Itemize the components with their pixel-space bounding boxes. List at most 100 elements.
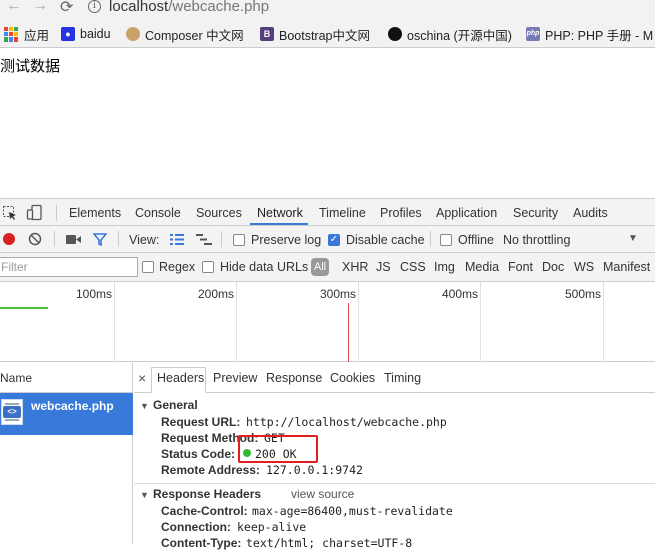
- detail-tab-bar: × Headers Preview Response Cookies Timin…: [134, 363, 655, 393]
- header-value: keep-alive: [237, 520, 307, 534]
- tab-timing[interactable]: Timing: [384, 371, 421, 385]
- back-arrow-icon[interactable]: ←: [6, 0, 22, 15]
- tick-line: [480, 282, 481, 362]
- view-source-link[interactable]: view source: [291, 487, 354, 501]
- response-headers-title[interactable]: Response Headers: [153, 487, 261, 501]
- bookmark-composer[interactable]: Composer 中文网: [126, 26, 244, 43]
- clear-icon[interactable]: [28, 232, 42, 246]
- view-label: View:: [129, 233, 160, 247]
- forward-arrow-icon[interactable]: →: [32, 0, 48, 15]
- filter-manifest[interactable]: Manifest: [603, 260, 650, 274]
- header-key: Connection:: [161, 520, 231, 534]
- tab-console[interactable]: Console: [135, 206, 181, 220]
- bookmark-oschina[interactable]: oschina (开源中国): [388, 26, 512, 43]
- baidu-paw-icon: ●: [61, 27, 75, 41]
- bookmarks-bar: 应用 ● baidu Composer 中文网 B Bootstrap中文网 o…: [0, 20, 655, 48]
- chevron-down-icon[interactable]: ▼: [628, 233, 638, 244]
- filter-css[interactable]: CSS: [400, 260, 426, 274]
- regex-checkbox[interactable]: [142, 261, 154, 273]
- filter-img[interactable]: Img: [434, 260, 455, 274]
- highlight-annotation-box: [238, 435, 318, 463]
- bookmark-baidu[interactable]: ● baidu: [61, 26, 111, 42]
- apps-grid-icon: [4, 26, 19, 42]
- tab-sources[interactable]: Sources: [196, 206, 242, 220]
- filter-input[interactable]: Filter: [0, 257, 138, 277]
- filter-all-button[interactable]: All: [311, 258, 329, 276]
- filter-funnel-icon[interactable]: [93, 233, 107, 246]
- devtools-panel: Elements Console Sources Network Timelin…: [0, 198, 655, 550]
- tab-profiles[interactable]: Profiles: [380, 206, 422, 220]
- tab-cookies[interactable]: Cookies: [330, 371, 375, 385]
- network-requests-area: Name <> webcache.php × Headers Preview R…: [0, 363, 655, 550]
- bookmark-label: 应用: [24, 28, 50, 43]
- camera-icon[interactable]: [66, 234, 82, 245]
- composer-icon: [126, 27, 140, 41]
- tab-security[interactable]: Security: [513, 206, 558, 220]
- request-detail-pane: × Headers Preview Response Cookies Timin…: [134, 363, 655, 550]
- waterfall-icon[interactable]: [196, 234, 212, 245]
- throttling-select[interactable]: No throttling: [503, 233, 570, 247]
- url-host: localhost: [109, 0, 169, 15]
- header-key: Content-Type:: [161, 536, 242, 550]
- regex-label: Regex: [159, 260, 196, 274]
- divider: [118, 231, 119, 247]
- url-field[interactable]: localhost/webcache.php: [109, 0, 269, 15]
- filter-font[interactable]: Font: [508, 260, 533, 274]
- name-column-header[interactable]: Name: [0, 363, 133, 393]
- tick-label: 400ms: [441, 287, 478, 301]
- tab-preview[interactable]: Preview: [213, 371, 257, 385]
- record-icon[interactable]: [3, 233, 15, 245]
- reload-icon[interactable]: ⟳: [60, 0, 73, 17]
- load-event-marker: [348, 303, 349, 362]
- tab-audits[interactable]: Audits: [573, 206, 608, 220]
- tick-label: 300ms: [319, 287, 356, 301]
- filter-doc[interactable]: Doc: [542, 260, 564, 274]
- bookmark-php[interactable]: php PHP: PHP 手册 - M: [526, 26, 654, 43]
- close-icon[interactable]: ×: [138, 370, 146, 386]
- offline-checkbox[interactable]: [440, 234, 452, 246]
- active-tab-indicator: [250, 223, 308, 225]
- tab-elements[interactable]: Elements: [69, 206, 121, 220]
- disable-cache-checkbox[interactable]: ✓: [328, 234, 340, 246]
- general-section-title[interactable]: General: [153, 398, 198, 412]
- filter-js[interactable]: JS: [376, 260, 391, 274]
- request-timing-bar: [0, 307, 48, 309]
- tab-response[interactable]: Response: [266, 371, 322, 385]
- tab-application[interactable]: Application: [436, 206, 497, 220]
- url-path: /webcache.php: [168, 0, 270, 15]
- bookmark-label: Composer 中文网: [145, 28, 244, 43]
- device-toolbar-icon[interactable]: [26, 204, 44, 222]
- header-value: http://localhost/webcache.php: [246, 415, 447, 429]
- devtools-tab-bar: Elements Console Sources Network Timelin…: [0, 199, 655, 226]
- html-file-icon: <>: [1, 399, 23, 425]
- collapse-triangle-icon[interactable]: ▼: [140, 401, 149, 411]
- preserve-log-checkbox[interactable]: [233, 234, 245, 246]
- header-value: text/html; charset=UTF-8: [246, 536, 413, 550]
- header-key: Request URL:: [161, 415, 241, 429]
- collapse-triangle-icon[interactable]: ▼: [140, 490, 149, 500]
- network-overview-timeline[interactable]: 100ms 200ms 300ms 400ms 500ms: [0, 282, 655, 362]
- php-icon: php: [526, 27, 540, 41]
- filter-xhr[interactable]: XHR: [342, 260, 368, 274]
- hide-data-urls-label: Hide data URLs: [220, 260, 309, 274]
- filter-media[interactable]: Media: [465, 260, 499, 274]
- large-rows-icon[interactable]: [170, 234, 184, 245]
- preserve-log-label: Preserve log: [251, 233, 322, 247]
- filter-ws[interactable]: WS: [574, 260, 594, 274]
- request-row[interactable]: <> webcache.php: [0, 393, 133, 435]
- bookmark-label: PHP: PHP 手册 - M: [545, 28, 654, 43]
- inspect-element-icon[interactable]: [2, 205, 18, 221]
- bookmark-bootstrap[interactable]: B Bootstrap中文网: [260, 26, 370, 43]
- site-info-icon[interactable]: i: [88, 0, 101, 13]
- page-body-text: 测试数据: [0, 58, 61, 75]
- divider: [56, 205, 57, 221]
- tab-network[interactable]: Network: [257, 206, 303, 220]
- header-value: 127.0.0.1:9742: [266, 463, 363, 477]
- divider: [221, 231, 222, 247]
- bookmark-apps[interactable]: 应用: [4, 26, 50, 43]
- hide-data-urls-checkbox[interactable]: [202, 261, 214, 273]
- header-key: Cache-Control:: [161, 504, 248, 518]
- tab-headers[interactable]: Headers: [157, 371, 204, 385]
- tick-label: 200ms: [197, 287, 234, 301]
- tab-timeline[interactable]: Timeline: [319, 206, 366, 220]
